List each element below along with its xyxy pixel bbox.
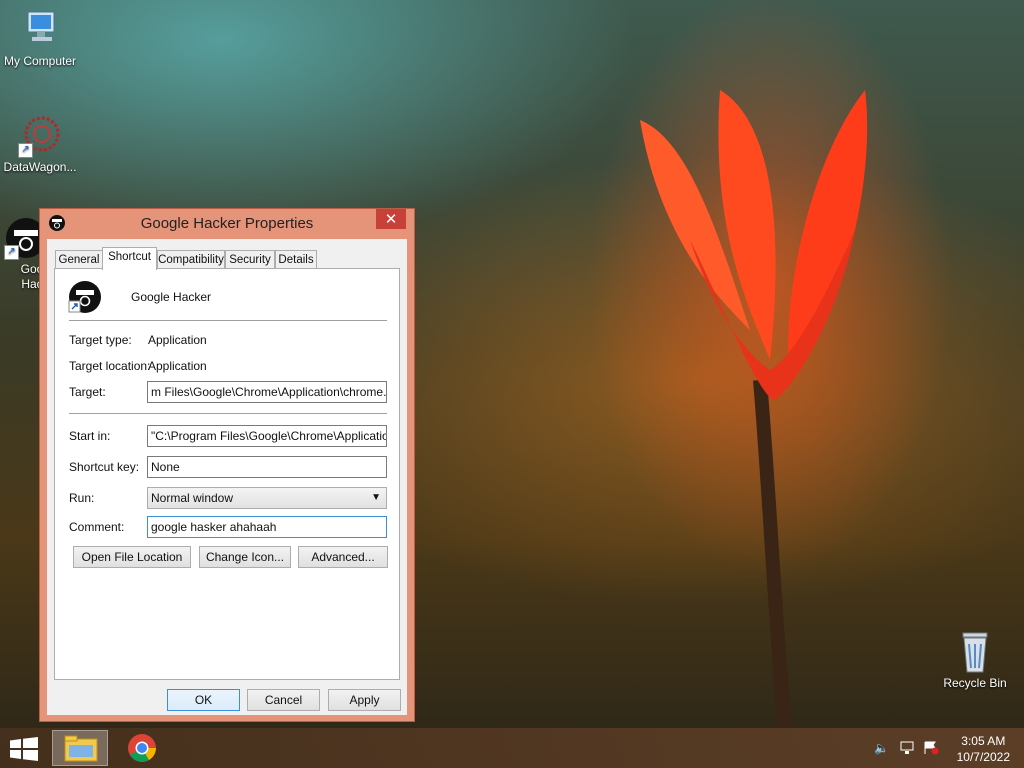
run-select-value: Normal window xyxy=(151,491,234,505)
start-in-field[interactable]: "C:\Program Files\Google\Chrome\Applicat… xyxy=(147,425,387,447)
desktop-icon-my-computer[interactable]: My Computer xyxy=(0,8,80,68)
apply-button[interactable]: Apply xyxy=(328,689,401,711)
chevron-down-icon: ▼ xyxy=(371,492,381,503)
tab-details[interactable]: Details xyxy=(275,250,317,268)
taskbar-chrome[interactable] xyxy=(114,730,170,766)
hacker-large-icon xyxy=(68,281,101,313)
separator xyxy=(69,413,387,414)
tab-security[interactable]: Security xyxy=(225,250,275,268)
shortcut-key-field[interactable]: None xyxy=(147,456,387,478)
taskbar-file-explorer[interactable] xyxy=(52,730,108,766)
dialog-client: General Shortcut Compatibility Security … xyxy=(47,239,407,715)
target-location-value: Application xyxy=(148,359,207,373)
recycle-bin-icon xyxy=(953,630,997,674)
close-button[interactable]: ✕ xyxy=(376,209,406,229)
properties-dialog: Google Hacker Properties ✕ General Short… xyxy=(39,208,415,722)
target-location-label: Target location: xyxy=(69,359,151,373)
desktop-icon-recycle-bin[interactable]: Recycle Bin xyxy=(935,630,1015,690)
computer-icon xyxy=(18,8,62,52)
tab-general[interactable]: General xyxy=(55,250,103,268)
shortcut-key-label: Shortcut key: xyxy=(69,460,140,474)
advanced-button[interactable]: Advanced... xyxy=(298,546,388,568)
system-clock[interactable]: 3:05 AM 10/7/2022 xyxy=(957,733,1010,765)
open-file-location-button[interactable]: Open File Location xyxy=(73,546,191,568)
taskbar: 🔈 3:05 AM 10/7/2022 xyxy=(0,728,1024,768)
folder-icon xyxy=(64,735,98,762)
comment-label: Comment: xyxy=(69,520,125,534)
clock-time: 3:05 AM xyxy=(961,734,1006,748)
run-label: Run: xyxy=(69,491,95,505)
action-center-flag-icon[interactable] xyxy=(923,741,939,755)
network-icon[interactable] xyxy=(899,741,915,755)
tab-compatibility[interactable]: Compatibility xyxy=(157,250,225,268)
datawagon-icon: ↗ xyxy=(18,114,62,158)
tab-shortcut[interactable]: Shortcut xyxy=(102,247,157,270)
chrome-icon xyxy=(128,734,156,762)
change-icon-button[interactable]: Change Icon... xyxy=(199,546,291,568)
title-bar[interactable]: Google Hacker Properties ✕ xyxy=(40,209,414,237)
tulip-wallpaper xyxy=(640,90,868,730)
dialog-title: Google Hacker Properties xyxy=(140,215,314,232)
shortcut-arrow-icon: ↗ xyxy=(4,245,19,260)
shortcut-arrow-icon: ↗ xyxy=(18,143,33,158)
comment-field[interactable]: google hasker ahahaah xyxy=(147,516,387,538)
clock-date: 10/7/2022 xyxy=(956,750,1010,764)
start-in-label: Start in: xyxy=(69,429,111,443)
shortcut-panel: Google Hacker Target type: Application T… xyxy=(54,268,400,680)
cancel-button[interactable]: Cancel xyxy=(247,689,320,711)
windows-start-button[interactable] xyxy=(9,737,39,761)
desktop-icon-datawagon[interactable]: ↗ DataWagon... xyxy=(0,114,80,174)
separator xyxy=(69,320,387,321)
run-select[interactable]: Normal window ▼ xyxy=(147,487,387,509)
volume-muted-icon[interactable]: 🔈 xyxy=(874,741,890,755)
target-label: Target: xyxy=(69,385,106,399)
target-type-label: Target type: xyxy=(69,333,132,347)
ok-button[interactable]: OK xyxy=(167,689,240,711)
app-name-label: Google Hacker xyxy=(131,290,212,304)
target-type-value: Application xyxy=(148,333,207,347)
target-field[interactable]: m Files\Google\Chrome\Application\chrome… xyxy=(147,381,387,403)
